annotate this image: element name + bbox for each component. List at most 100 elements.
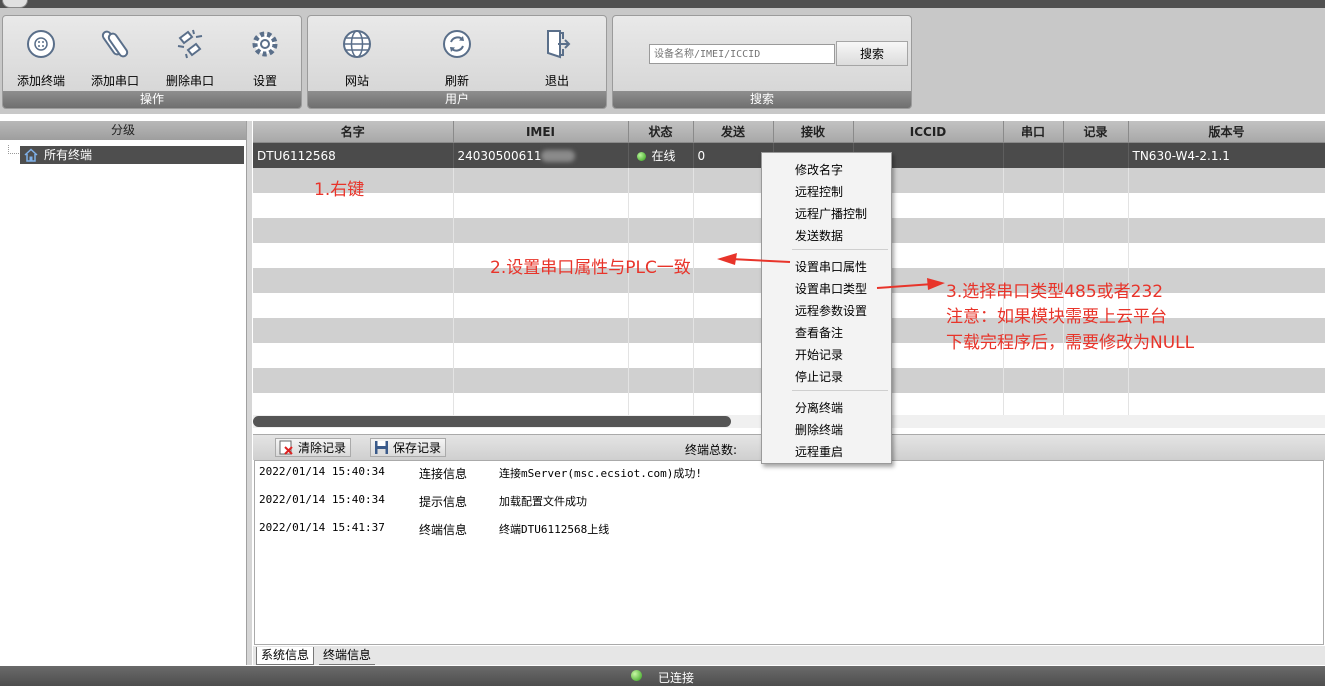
cell-version: TN630-W4-2.1.1 bbox=[1128, 142, 1325, 168]
menu-separator bbox=[792, 249, 888, 250]
clear-log-icon bbox=[279, 440, 293, 455]
column-header-status[interactable]: 状态 bbox=[628, 121, 694, 143]
exit-button[interactable]: 退出 bbox=[522, 22, 592, 90]
redacted-mark bbox=[541, 149, 576, 162]
empty-cell bbox=[1063, 218, 1129, 243]
scrollbar-thumb[interactable] bbox=[253, 416, 731, 427]
empty-cell bbox=[253, 218, 454, 243]
ribbon-group-operations: 添加终端 添加串口 删除串口 设置 操作 bbox=[2, 15, 302, 109]
save-log-button[interactable]: 保存记录 bbox=[370, 438, 447, 457]
cell-status: 在线 bbox=[628, 142, 694, 168]
column-header-received[interactable]: 接收 bbox=[773, 121, 854, 143]
column-header-name[interactable]: 名字 bbox=[253, 121, 454, 143]
settings-gear-icon bbox=[252, 31, 278, 57]
status-text: 在线 bbox=[651, 149, 676, 163]
menu-item-detach-terminal[interactable]: 分离终端 bbox=[795, 399, 843, 416]
menu-item-view-notes[interactable]: 查看备注 bbox=[795, 324, 843, 341]
group-tree-panel: 分级 所有终端 bbox=[0, 121, 247, 665]
log-message: 连接mServer(msc.ecsiot.com)成功! bbox=[499, 467, 702, 480]
add-terminal-button[interactable]: 添加终端 bbox=[6, 22, 76, 90]
tab-system-info[interactable]: 系统信息 bbox=[256, 647, 315, 665]
context-menu: 修改名字 远程控制 远程广播控制 发送数据 设置串口属性 设置串口类型 远程参数… bbox=[761, 152, 892, 464]
menu-item-remote-params[interactable]: 远程参数设置 bbox=[795, 302, 867, 319]
save-log-label: 保存记录 bbox=[393, 441, 442, 455]
annotation-step1: 1.右键 bbox=[314, 180, 365, 200]
column-header-iccid[interactable]: ICCID bbox=[853, 121, 1004, 143]
website-label: 网站 bbox=[344, 74, 369, 88]
log-message: 加载配置文件成功 bbox=[499, 495, 587, 508]
delete-serial-button[interactable]: 删除串口 bbox=[155, 22, 225, 90]
empty-cell bbox=[453, 168, 629, 193]
empty-cell bbox=[253, 368, 454, 393]
search-button[interactable]: 搜索 bbox=[836, 41, 908, 66]
menu-item-serial-type[interactable]: 设置串口类型 bbox=[795, 280, 867, 297]
add-serial-button[interactable]: 添加串口 bbox=[80, 22, 150, 90]
home-icon bbox=[24, 148, 38, 162]
online-status-icon bbox=[636, 152, 646, 161]
empty-cell bbox=[1063, 368, 1129, 393]
empty-cell bbox=[1003, 243, 1064, 268]
refresh-button[interactable]: 刷新 bbox=[422, 22, 492, 90]
empty-cell bbox=[628, 368, 694, 393]
tree-node-all-terminals[interactable]: 所有终端 bbox=[20, 146, 244, 164]
empty-cell bbox=[253, 243, 454, 268]
connection-status-icon bbox=[631, 670, 642, 681]
empty-cell bbox=[453, 218, 629, 243]
menu-item-remote-broadcast[interactable]: 远程广播控制 bbox=[795, 205, 867, 222]
imei-text: 24030500611 bbox=[457, 148, 542, 163]
log-time: 2022/01/14 15:40:34 bbox=[259, 465, 385, 478]
add-terminal-label: 添加终端 bbox=[16, 74, 65, 88]
clear-log-button[interactable]: 清除记录 bbox=[275, 438, 352, 457]
menu-item-remote-restart[interactable]: 远程重启 bbox=[795, 443, 843, 460]
menu-item-stop-record[interactable]: 停止记录 bbox=[795, 368, 843, 385]
empty-cell bbox=[628, 343, 694, 368]
column-header-serial[interactable]: 串口 bbox=[1003, 121, 1064, 143]
menu-item-send-data[interactable]: 发送数据 bbox=[795, 227, 843, 244]
annotation-step2: 2.设置串口属性与PLC一致 bbox=[490, 258, 691, 278]
column-header-sent[interactable]: 发送 bbox=[693, 121, 774, 143]
menu-item-start-record[interactable]: 开始记录 bbox=[795, 346, 843, 363]
tree-header: 分级 bbox=[0, 121, 246, 140]
terminal-total-label: 终端总数: bbox=[685, 443, 738, 457]
website-button[interactable]: 网站 bbox=[322, 22, 392, 90]
refresh-label: 刷新 bbox=[444, 74, 469, 88]
empty-cell bbox=[628, 193, 694, 218]
clear-log-label: 清除记录 bbox=[298, 441, 347, 455]
panel-splitter[interactable] bbox=[247, 121, 252, 665]
tab-terminal-info[interactable]: 终端信息 bbox=[319, 647, 376, 665]
log-type: 终端信息 bbox=[419, 523, 468, 537]
ribbon-toolbar: 添加终端 添加串口 删除串口 设置 操作 网站 刷新 退出 用户 设备名称/IM… bbox=[0, 8, 1325, 114]
connection-status-text: 已连接 bbox=[658, 671, 695, 685]
app-logo-icon bbox=[2, 0, 28, 8]
column-header-record[interactable]: 记录 bbox=[1063, 121, 1129, 143]
log-time: 2022/01/14 15:40:34 bbox=[259, 493, 385, 506]
annotation-arrow-right bbox=[876, 278, 945, 290]
empty-cell bbox=[253, 293, 454, 318]
empty-cell bbox=[453, 368, 629, 393]
menu-separator bbox=[792, 390, 888, 391]
add-serial-label: 添加串口 bbox=[90, 74, 139, 88]
globe-icon bbox=[343, 30, 371, 58]
empty-cell bbox=[1063, 193, 1129, 218]
tree-connector bbox=[8, 145, 19, 154]
search-input[interactable] bbox=[649, 44, 835, 64]
menu-item-rename[interactable]: 修改名字 bbox=[795, 161, 843, 178]
cell-imei: 24030500611 bbox=[453, 142, 629, 168]
column-header-version[interactable]: 版本号 bbox=[1128, 121, 1325, 143]
log-type: 提示信息 bbox=[419, 495, 468, 509]
menu-item-remote-control[interactable]: 远程控制 bbox=[795, 183, 843, 200]
empty-cell bbox=[1003, 168, 1064, 193]
empty-cell bbox=[1128, 218, 1325, 243]
log-message: 终端DTU6112568上线 bbox=[499, 523, 610, 536]
empty-cell bbox=[253, 343, 454, 368]
ribbon-group-user: 网站 刷新 退出 用户 bbox=[307, 15, 607, 109]
menu-item-serial-properties[interactable]: 设置串口属性 bbox=[795, 258, 867, 275]
settings-button[interactable]: 设置 bbox=[230, 22, 300, 90]
title-strip bbox=[0, 0, 1325, 8]
group-label-operations: 操作 bbox=[3, 91, 301, 108]
exit-label: 退出 bbox=[544, 74, 569, 88]
exit-icon bbox=[547, 30, 571, 59]
column-header-imei[interactable]: IMEI bbox=[453, 121, 629, 143]
cell-record bbox=[1063, 142, 1129, 168]
menu-item-delete-terminal[interactable]: 删除终端 bbox=[795, 421, 843, 438]
